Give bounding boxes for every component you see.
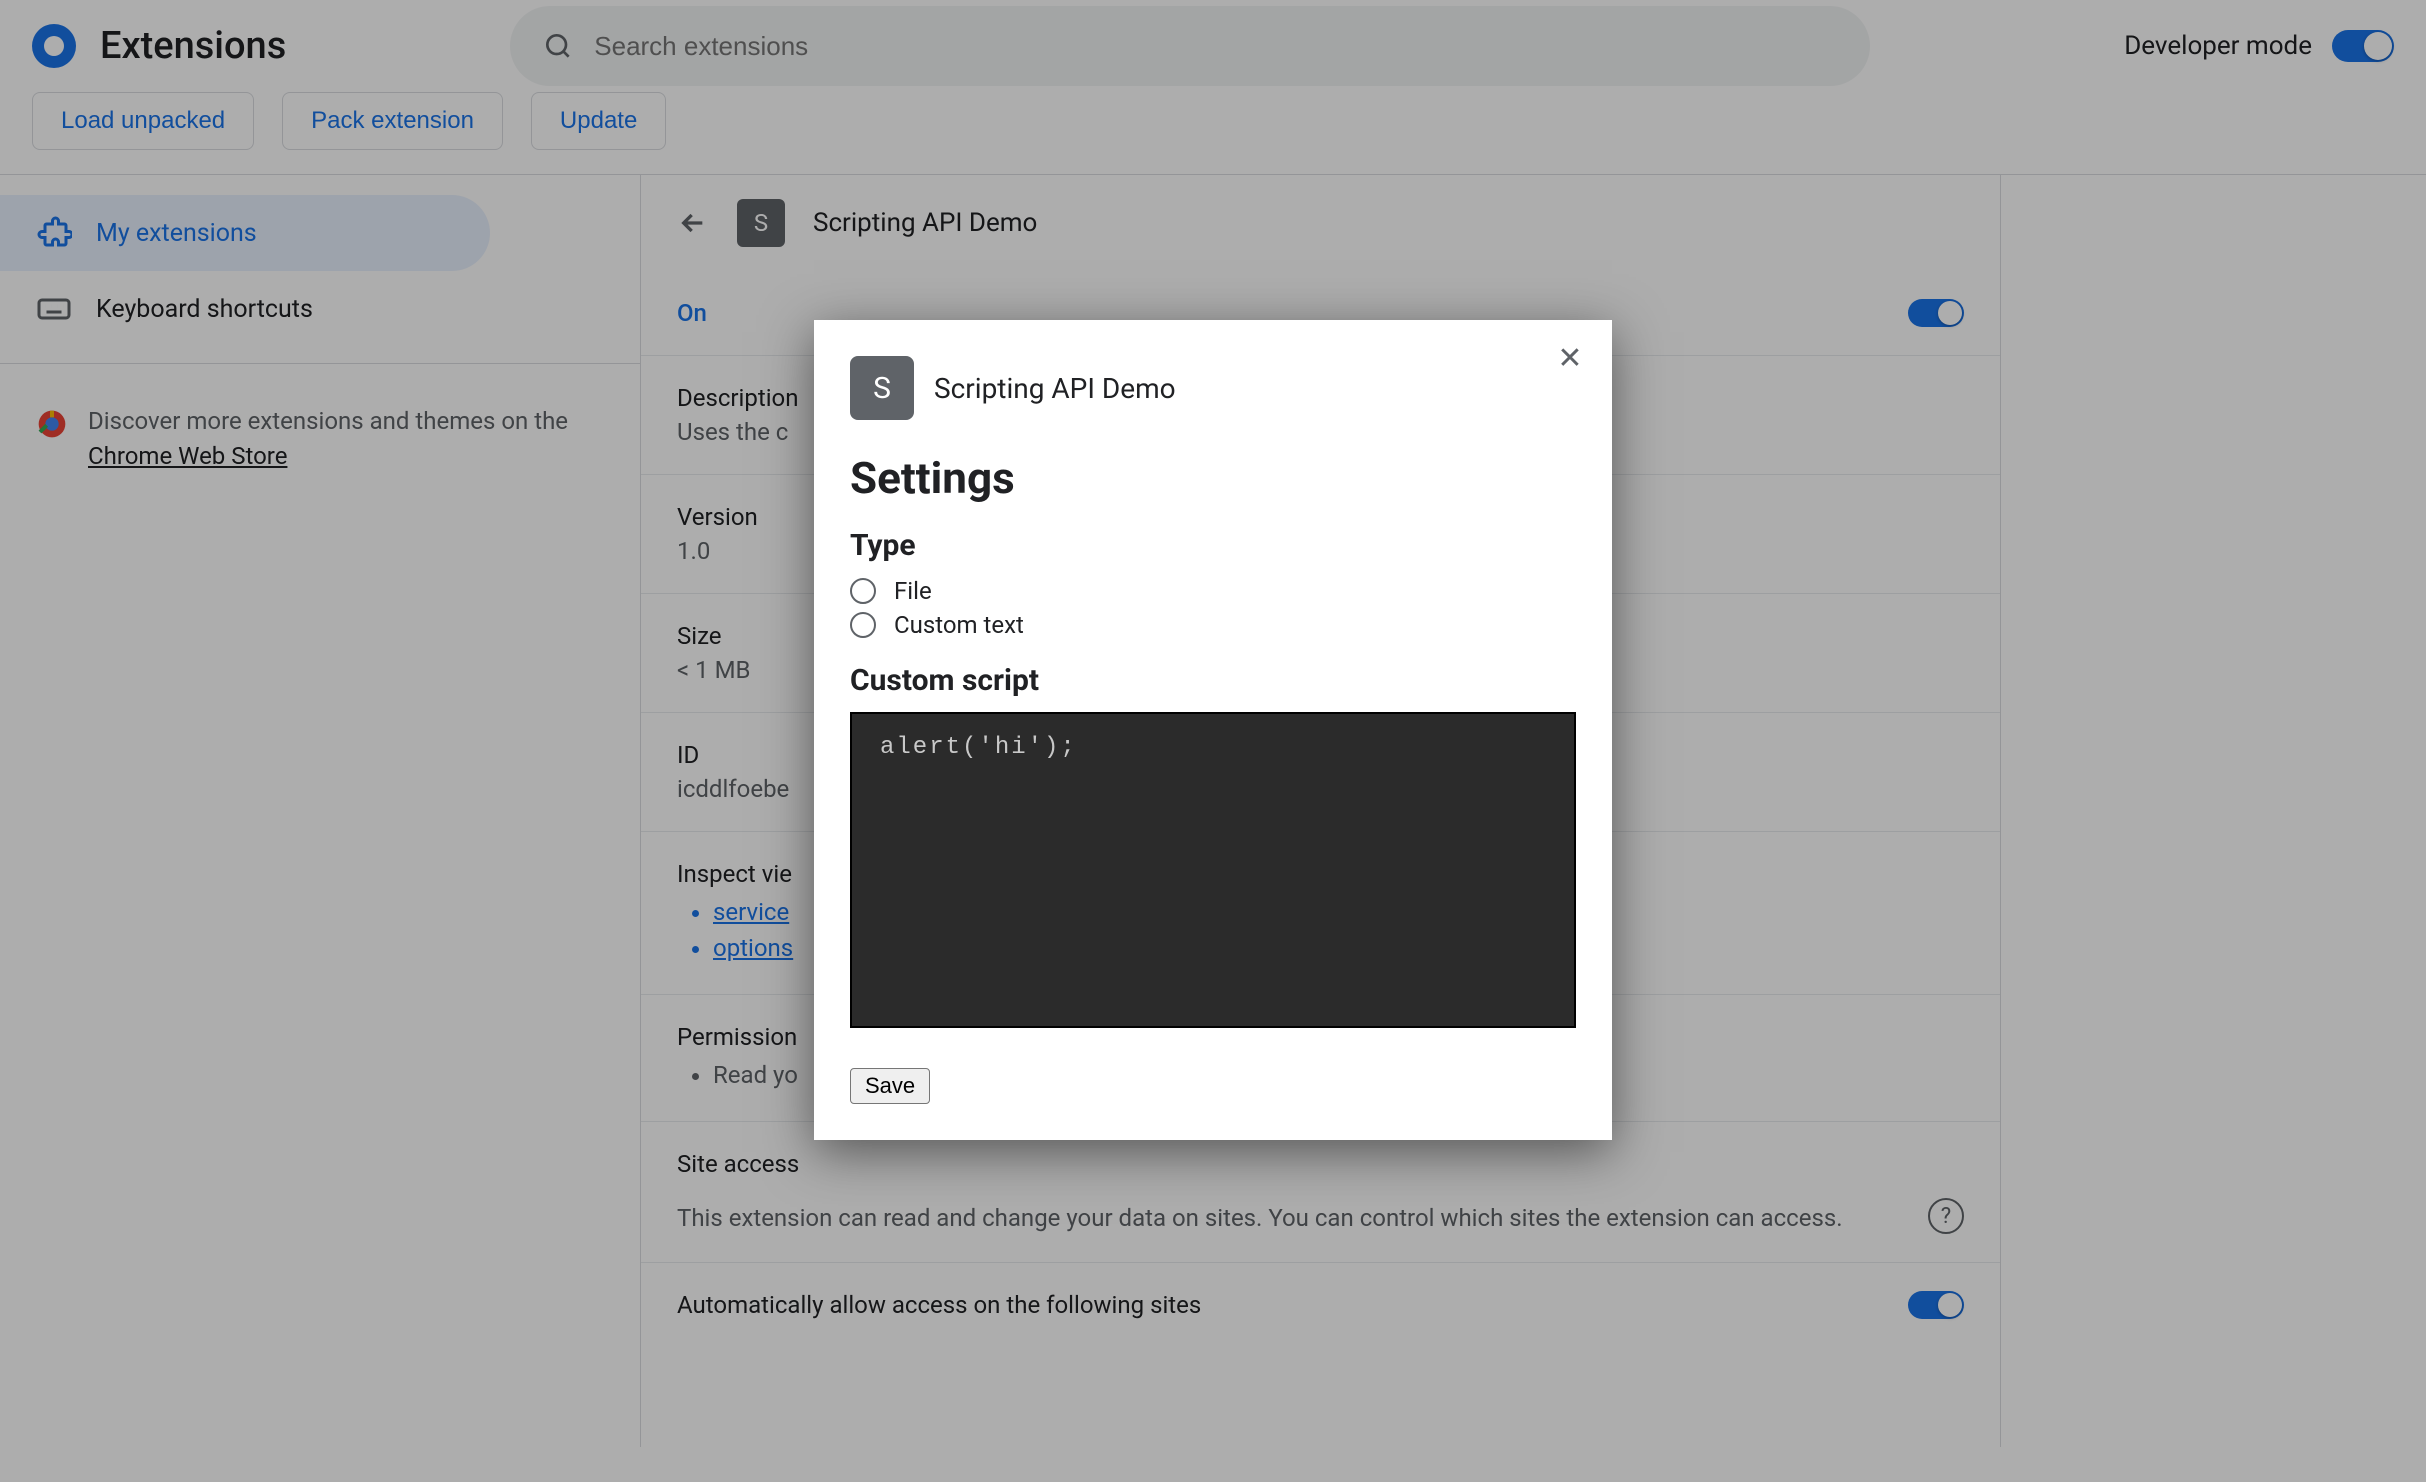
radio-file-label: File [894, 577, 932, 605]
type-heading: Type [850, 528, 1576, 563]
radio-custom-text[interactable]: Custom text [850, 611, 1576, 639]
radio-file[interactable]: File [850, 577, 1576, 605]
settings-heading: Settings [850, 452, 1576, 504]
radio-custom-label: Custom text [894, 611, 1024, 639]
save-button[interactable]: Save [850, 1068, 930, 1104]
radio-icon [850, 612, 876, 638]
modal-overlay: ✕ S Scripting API Demo Settings Type Fil… [0, 0, 2426, 1482]
radio-icon [850, 578, 876, 604]
close-icon[interactable]: ✕ [1552, 340, 1588, 376]
extension-badge: S [850, 356, 914, 420]
modal-extension-title: Scripting API Demo [934, 372, 1176, 405]
custom-script-textarea[interactable]: alert('hi'); [850, 712, 1576, 1028]
custom-script-heading: Custom script [850, 663, 1576, 698]
options-modal: ✕ S Scripting API Demo Settings Type Fil… [814, 320, 1612, 1140]
